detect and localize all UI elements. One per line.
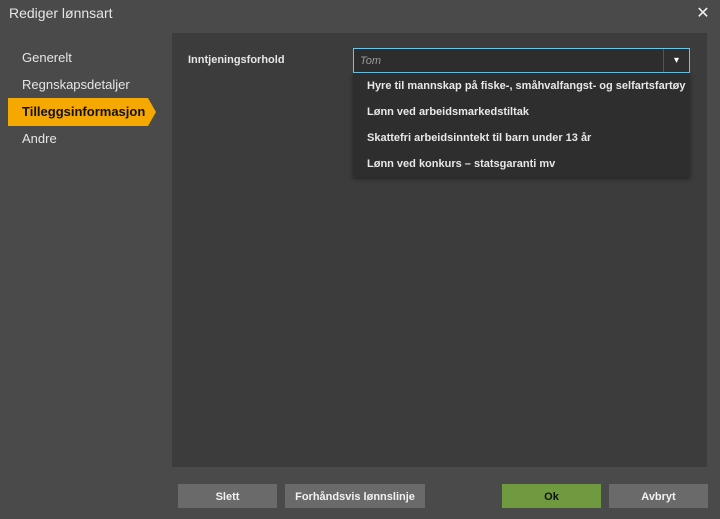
caret-down-icon: ▾ bbox=[673, 55, 680, 66]
sidebar-item-tilleggsinformasjon[interactable]: Tilleggsinformasjon bbox=[8, 98, 156, 126]
dialog-title: Rediger lønnsart bbox=[9, 5, 113, 21]
sidebar-item-andre[interactable]: Andre bbox=[8, 125, 148, 153]
preview-payline-button[interactable]: Forhåndsvis lønnslinje bbox=[285, 484, 425, 508]
dropdown-option[interactable]: Lønn ved konkurs – statsgaranti mv bbox=[353, 151, 690, 177]
ok-button[interactable]: Ok bbox=[502, 484, 601, 508]
dropdown-option[interactable]: Lønn ved arbeidsmarkedstiltak bbox=[353, 99, 690, 125]
dropdown-toggle-button[interactable]: ▾ bbox=[663, 49, 689, 72]
close-icon[interactable]: ✕ bbox=[694, 5, 712, 23]
content-panel: Inntjeningsforhold ▾ Hyre til mannskap p… bbox=[172, 33, 707, 467]
sidebar-item-generelt[interactable]: Generelt bbox=[8, 44, 148, 72]
inntjeningsforhold-combobox[interactable]: ▾ bbox=[353, 48, 690, 73]
delete-button[interactable]: Slett bbox=[178, 484, 277, 508]
cancel-button[interactable]: Avbryt bbox=[609, 484, 708, 508]
dropdown-option[interactable]: Hyre til mannskap på fiske-, småhvalfang… bbox=[353, 73, 690, 99]
inntjeningsforhold-input[interactable] bbox=[354, 49, 664, 72]
dialog-titlebar: Rediger lønnsart ✕ bbox=[0, 0, 720, 30]
dropdown-option[interactable]: Skattefri arbeidsinntekt til barn under … bbox=[353, 125, 690, 151]
dropdown-list: Hyre til mannskap på fiske-, småhvalfang… bbox=[353, 73, 690, 177]
sidebar-item-regnskapsdetaljer[interactable]: Regnskapsdetaljer bbox=[8, 71, 148, 99]
inntjeningsforhold-label: Inntjeningsforhold bbox=[188, 54, 285, 66]
